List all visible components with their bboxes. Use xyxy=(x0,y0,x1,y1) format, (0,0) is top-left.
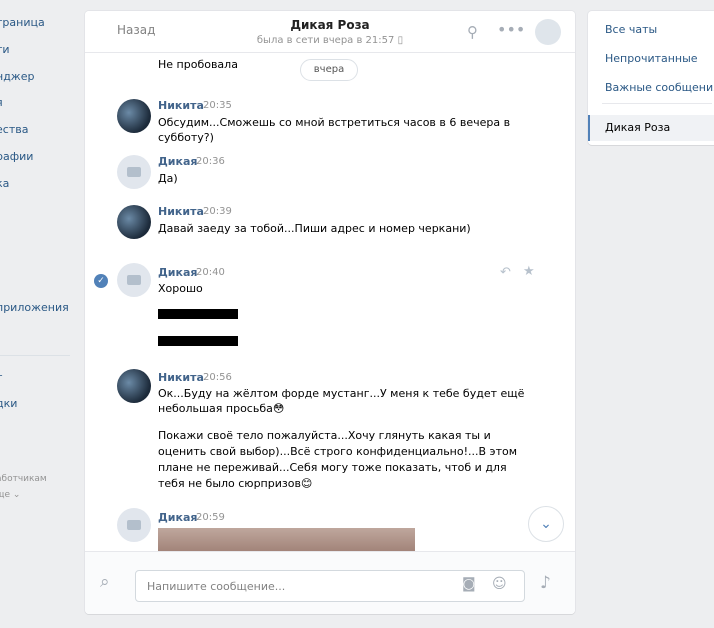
message-author[interactable]: Никита xyxy=(158,205,204,218)
active-chat-label: Дикая Роза xyxy=(605,121,671,134)
reply-icon[interactable]: ↶ xyxy=(500,265,511,280)
mobile-icon: ▯ xyxy=(397,35,404,46)
peer-avatar[interactable] xyxy=(535,19,561,45)
message-author[interactable]: Никита xyxy=(158,99,204,112)
search-icon[interactable]: ⚲ xyxy=(467,23,478,41)
avatar[interactable] xyxy=(117,155,151,189)
message-text: Обсудим...Сможешь со мной встретиться ча… xyxy=(158,116,511,129)
message-text: плане не переживай...Себя могу тоже пока… xyxy=(158,461,507,474)
nav-item-photos[interactable]: рафии xyxy=(0,150,33,163)
redacted-block xyxy=(158,309,238,319)
camera-icon[interactable]: ◙ xyxy=(462,576,476,592)
chat-panel: Назад Дикая Роза была в сети вчера в 21:… xyxy=(85,11,575,614)
message-text: небольшая просьба😳 xyxy=(158,402,285,415)
message-text: Хорошо xyxy=(158,282,203,295)
paperclip-icon[interactable]: ⌕ xyxy=(100,572,110,592)
avatar[interactable] xyxy=(117,99,151,133)
nav-item-messenger[interactable]: нджер xyxy=(0,70,34,83)
message-text: оценить свой выбор)...Всё строго конфиде… xyxy=(158,445,518,458)
right-nav: Все чаты Непрочитанные Важные сообщения … xyxy=(588,11,714,145)
message-time[interactable]: 20:40 xyxy=(196,267,225,278)
message-text: Покажи своё тело пожалуйста...Хочу гляну… xyxy=(158,429,491,442)
message-time[interactable]: 20:59 xyxy=(196,512,225,523)
chat-header: Назад Дикая Роза была в сети вчера в 21:… xyxy=(85,11,575,53)
nav-item-music[interactable]: ка xyxy=(0,177,9,190)
message-time[interactable]: 20:35 xyxy=(203,100,232,111)
filter-all-chats[interactable]: Все чаты xyxy=(605,23,657,36)
nav-item-page[interactable]: траница xyxy=(0,16,45,29)
avatar[interactable] xyxy=(117,369,151,403)
star-icon[interactable]: ★ xyxy=(523,264,535,279)
message-author[interactable]: Дикая xyxy=(158,155,197,168)
smile-icon[interactable]: ☺ xyxy=(492,576,507,592)
date-chip: вчера xyxy=(300,59,358,81)
more-icon[interactable]: ••• xyxy=(497,20,525,39)
message-list: Не пробовала Никита 20:35 Обсудим...Смож… xyxy=(85,53,575,551)
photo-attachment[interactable] xyxy=(158,528,415,551)
avatar[interactable] xyxy=(117,263,151,297)
peer-status-text: была в сети вчера в 21:57 xyxy=(256,35,395,46)
message-text: Да) xyxy=(158,172,178,185)
message-text: Не пробовала xyxy=(158,58,238,71)
nav-item-market[interactable]: т xyxy=(0,371,2,384)
nav-item-communities[interactable]: ества xyxy=(0,123,28,136)
message-time[interactable]: 20:56 xyxy=(203,372,232,383)
nav-item-more[interactable]: ще ⌄ xyxy=(0,490,20,500)
microphone-icon[interactable]: ♪ xyxy=(540,573,551,593)
nav-separator xyxy=(0,355,70,356)
message-text: Ок...Буду на жёлтом форде мустанг...У ме… xyxy=(158,387,525,400)
nav-item-apps[interactable]: приложения xyxy=(0,301,69,314)
message-text: Давай заеду за тобой...Пиши адрес и номе… xyxy=(158,222,471,235)
nav-item-news[interactable]: ти xyxy=(0,43,10,56)
message-text: тебя не было сюрпризов😊 xyxy=(158,477,313,490)
message-author[interactable]: Никита xyxy=(158,371,204,384)
redacted-block xyxy=(158,336,238,346)
nav-item-bookmarks[interactable]: дки xyxy=(0,397,17,410)
filter-unread[interactable]: Непрочитанные xyxy=(605,52,698,65)
message-author[interactable]: Дикая xyxy=(158,511,197,524)
avatar[interactable] xyxy=(117,508,151,542)
nav-item-developers[interactable]: аботчикам xyxy=(0,474,47,484)
message-time[interactable]: 20:39 xyxy=(203,206,232,217)
active-chat-tab[interactable]: Дикая Роза xyxy=(588,115,714,141)
chevron-down-icon[interactable]: ⌄ xyxy=(528,506,564,542)
message-time[interactable]: 20:36 xyxy=(196,156,225,167)
message-author[interactable]: Дикая xyxy=(158,266,197,279)
composer: ⌕ ◙ ☺ ♪ xyxy=(85,551,575,614)
filter-important[interactable]: Важные сообщения xyxy=(605,81,714,94)
left-nav: траница ти нджер я ества рафии ка прилож… xyxy=(0,0,80,628)
nav-item-friends[interactable]: я xyxy=(0,96,3,109)
message-text: субботу?) xyxy=(158,131,214,144)
avatar[interactable] xyxy=(117,205,151,239)
selected-check-icon[interactable]: ✓ xyxy=(94,274,108,288)
divider xyxy=(602,103,712,104)
